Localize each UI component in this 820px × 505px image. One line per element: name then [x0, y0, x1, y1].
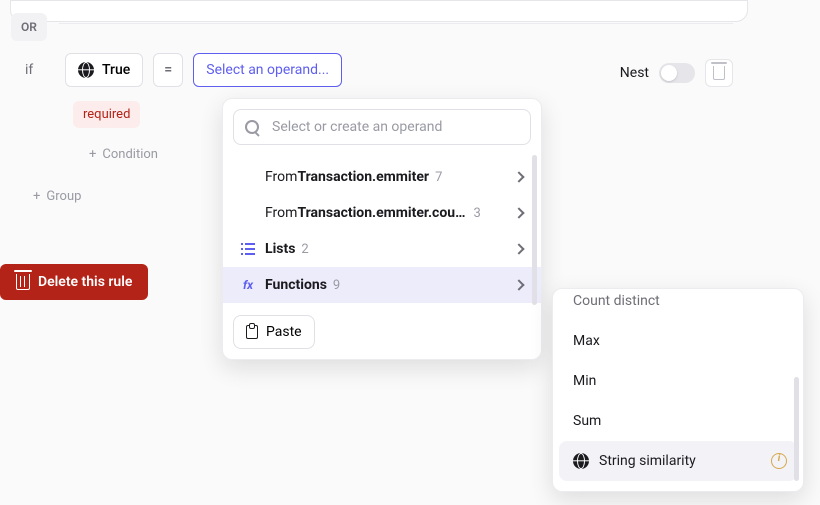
globe-icon [573, 453, 589, 469]
operand-count: 7 [435, 170, 442, 185]
operator-chip[interactable]: = [153, 53, 183, 87]
function-item[interactable]: Max [559, 321, 797, 361]
operand-category-functions[interactable]: fx Functions 9 [223, 267, 541, 303]
function-label: String similarity [599, 453, 696, 469]
rule-card: OR if True = Select an operand... Nest r… [10, 0, 748, 22]
function-icon: fx [243, 278, 253, 292]
plus-icon: + [89, 147, 96, 162]
nest-label: Nest [620, 65, 649, 81]
operand-search[interactable] [233, 109, 531, 145]
lists-count: 2 [301, 242, 308, 257]
clipboard-icon [246, 325, 258, 339]
chevron-right-icon [513, 207, 524, 218]
functions-count: 9 [333, 278, 340, 293]
info-icon[interactable] [771, 453, 787, 469]
function-label: Max [573, 333, 600, 349]
add-condition-label: Condition [102, 147, 158, 162]
select-operand-button[interactable]: Select an operand... [193, 53, 342, 87]
operand-category-lists[interactable]: Lists 2 [223, 231, 541, 267]
lists-label: Lists [265, 241, 295, 257]
delete-condition-button[interactable] [705, 59, 733, 87]
if-row: if True = Select an operand... [25, 53, 342, 87]
or-pill: OR [11, 13, 47, 41]
trash-icon [713, 66, 725, 80]
fx-icon-wrap: fx [239, 278, 257, 292]
operand-from-item[interactable]: From Transaction.emmiter 7 [223, 159, 541, 195]
function-item[interactable]: Sum [559, 401, 797, 441]
divider [59, 23, 733, 24]
operand-path: Transaction.emmiter.country [297, 205, 467, 221]
operand-true-chip[interactable]: True [65, 53, 143, 87]
operand-from-item[interactable]: From Transaction.emmiter.country 3 [223, 195, 541, 231]
operand-search-input[interactable] [270, 118, 520, 136]
function-item[interactable]: Min [559, 361, 797, 401]
add-group-label: Group [46, 189, 81, 204]
nest-toggle[interactable] [659, 63, 695, 83]
function-label: Count distinct [573, 293, 660, 309]
required-tag: required [73, 101, 140, 128]
operand-dropdown: From Transaction.emmiter 7 From Transact… [222, 98, 542, 360]
function-label: Min [573, 373, 596, 389]
operand-true-text: True [102, 62, 130, 78]
from-prefix: From [265, 205, 297, 221]
chevron-right-icon [513, 171, 524, 182]
operand-count: 3 [473, 206, 480, 221]
chevron-right-icon [513, 243, 524, 254]
list-icon-wrap [239, 243, 257, 255]
function-label: Sum [573, 413, 601, 429]
functions-label: Functions [265, 277, 327, 293]
globe-icon [78, 62, 94, 78]
if-label: if [25, 62, 55, 78]
search-icon [244, 119, 260, 135]
nest-controls: Nest [620, 59, 733, 87]
plus-icon: + [33, 189, 40, 204]
function-item[interactable]: Count distinct [559, 293, 797, 321]
functions-dropdown: Count distinct Max Min Sum String simila… [552, 288, 804, 492]
paste-label: Paste [266, 324, 302, 340]
add-condition-button[interactable]: + Condition [89, 147, 158, 162]
add-group-button[interactable]: + Group [33, 189, 81, 204]
paste-button[interactable]: Paste [233, 315, 315, 349]
from-prefix: From [265, 169, 297, 185]
list-icon [241, 243, 255, 255]
chevron-right-icon [513, 279, 524, 290]
dropdown-scrollbar[interactable] [794, 377, 799, 481]
operand-path: Transaction.emmiter [297, 169, 429, 185]
delete-rule-label: Delete this rule [38, 274, 132, 290]
dropdown-scrollbar[interactable] [532, 155, 537, 305]
delete-rule-button[interactable]: Delete this rule [0, 264, 148, 300]
function-item-string-similarity[interactable]: String similarity [559, 441, 797, 481]
operand-list: From Transaction.emmiter 7 From Transact… [223, 155, 541, 307]
trash-icon [16, 274, 30, 290]
